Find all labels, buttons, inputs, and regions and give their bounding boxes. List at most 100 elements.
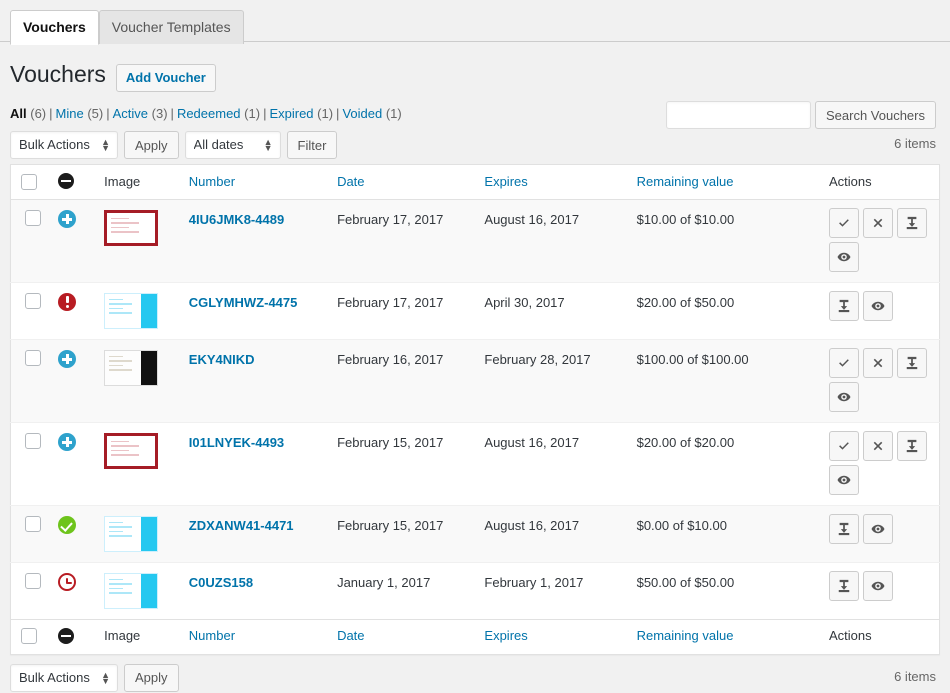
filter-count-all: (6) [30, 106, 47, 121]
row-date-cell: February 16, 2017 [327, 338, 475, 423]
voucher-thumbnail[interactable] [104, 209, 159, 246]
cross-action-button[interactable] [863, 207, 893, 238]
check-action-button[interactable] [829, 347, 859, 378]
filter-link-expired[interactable]: Expired [269, 106, 313, 121]
filter-item-expired: Expired (1) | [269, 106, 342, 121]
sort-by-remaining-value-link-footer[interactable]: Remaining value [637, 628, 734, 643]
sort-by-number-link-footer[interactable]: Number [189, 628, 235, 643]
download-action-button[interactable] [897, 430, 927, 461]
tab-voucher-templates[interactable]: Voucher Templates [98, 10, 244, 44]
eye-action-button[interactable] [829, 464, 859, 495]
row-checkbox[interactable] [25, 515, 41, 532]
voucher-thumbnail[interactable] [104, 432, 159, 469]
voucher-thumbnail[interactable] [104, 572, 159, 609]
row-image-cell [94, 421, 179, 506]
filter-link-all[interactable]: All [10, 106, 27, 121]
download-action-button[interactable] [829, 513, 859, 544]
cross-icon [873, 441, 883, 451]
filter-separator: | [170, 106, 174, 121]
download-icon [838, 299, 850, 313]
filter-count-expired: (1) [317, 106, 334, 121]
row-select-cell [10, 504, 49, 563]
sort-by-date-link-footer[interactable]: Date [337, 628, 364, 643]
row-checkbox[interactable] [25, 292, 41, 309]
table-row: EKY4NIKD February 16, 2017 February 28, 20… [10, 338, 940, 423]
check-action-button[interactable] [829, 207, 859, 238]
filter-item-mine: Mine (5) | [56, 106, 113, 121]
select-all-checkbox[interactable] [21, 173, 37, 190]
search-vouchers-button[interactable]: Search Vouchers [814, 101, 936, 129]
thumbnail-text-lines [111, 440, 151, 459]
row-checkbox[interactable] [25, 349, 41, 366]
status-column-footer [48, 618, 95, 655]
row-remaining-value-cell: $20.00 of $20.00 [626, 421, 819, 506]
number-column-header: Number [178, 164, 328, 200]
vouchers-table: Image Number Date Expires Remaining valu… [10, 164, 940, 655]
image-column-header: Image [94, 164, 179, 200]
row-checkbox[interactable] [25, 432, 41, 449]
table-footer-row: Image Number Date Expires Remaining valu… [10, 618, 940, 655]
cross-action-button[interactable] [863, 347, 893, 378]
dates-filter-select[interactable]: All dates [184, 131, 281, 159]
filter-link-mine[interactable]: Mine [56, 106, 84, 121]
add-voucher-button[interactable]: Add Voucher [115, 64, 216, 92]
cross-action-button[interactable] [863, 430, 893, 461]
actions-column-footer: Actions [819, 618, 940, 655]
eye-action-button[interactable] [863, 570, 893, 601]
row-checkbox[interactable] [25, 572, 41, 589]
row-expires-cell: February 1, 2017 [474, 561, 627, 620]
eye-action-button[interactable] [829, 241, 859, 272]
displaying-num-bottom: 6 items [894, 668, 936, 684]
search-input[interactable] [665, 101, 811, 129]
voucher-thumbnail[interactable] [104, 292, 159, 329]
download-action-button[interactable] [897, 347, 927, 378]
row-actions-group [829, 430, 929, 495]
voucher-number-link[interactable]: EKY4NIKD [189, 352, 255, 367]
voucher-thumbnail[interactable] [104, 515, 159, 552]
voucher-number-link[interactable]: CGLYMHWZ-4475 [189, 295, 298, 310]
eye-icon [837, 475, 851, 485]
apply-button-top[interactable]: Apply [124, 131, 179, 159]
sort-by-expires-link[interactable]: Expires [484, 174, 527, 189]
filter-link-redeemed[interactable]: Redeemed [177, 106, 241, 121]
row-number-cell: EKY4NIKD [178, 338, 328, 423]
filter-button[interactable]: Filter [286, 131, 338, 159]
filter-link-active[interactable]: Active [113, 106, 148, 121]
eye-action-button[interactable] [863, 290, 893, 321]
row-status-cell [48, 198, 95, 283]
thumbnail-line [109, 530, 124, 533]
check-icon [839, 359, 849, 367]
download-action-button[interactable] [897, 207, 927, 238]
voucher-number-link[interactable]: C0UZS158 [189, 575, 253, 590]
apply-button-bottom[interactable]: Apply [124, 663, 179, 692]
thumbnail-line [109, 364, 124, 367]
sort-by-date-link[interactable]: Date [337, 174, 364, 189]
thumbnail-line [111, 217, 130, 220]
select-all-checkbox-footer[interactable] [21, 628, 37, 645]
filter-item-redeemed: Redeemed (1) | [177, 106, 270, 121]
download-action-button[interactable] [829, 290, 859, 321]
plus-circle-icon [58, 349, 77, 368]
row-expires-cell: August 16, 2017 [474, 198, 627, 283]
eye-action-button[interactable] [863, 513, 893, 544]
row-date-cell: January 1, 2017 [327, 561, 475, 620]
eye-action-button[interactable] [829, 381, 859, 412]
voucher-number-link[interactable]: ZDXANW41-4471 [189, 518, 294, 533]
tab-vouchers[interactable]: Vouchers [10, 10, 99, 45]
row-image-cell [94, 281, 179, 340]
sort-by-number-link[interactable]: Number [189, 174, 235, 189]
row-checkbox[interactable] [25, 209, 41, 226]
voucher-number-link[interactable]: 4IU6JMK8-4489 [189, 212, 284, 227]
sort-by-remaining-value-link[interactable]: Remaining value [637, 174, 734, 189]
bulk-actions-select[interactable]: Bulk Actions [10, 131, 118, 159]
thumbnail-text-lines [109, 298, 137, 317]
sort-by-expires-link-footer[interactable]: Expires [484, 628, 527, 643]
voucher-thumbnail[interactable] [104, 349, 159, 386]
row-date-cell: February 15, 2017 [327, 504, 475, 563]
voucher-number-link[interactable]: I01LNYEK-4493 [189, 435, 284, 450]
download-action-button[interactable] [829, 570, 859, 601]
bulk-actions-select-bottom[interactable]: Bulk Actions [10, 663, 118, 692]
check-icon [839, 219, 849, 227]
filter-link-voided[interactable]: Voided [342, 106, 382, 121]
check-action-button[interactable] [829, 430, 859, 461]
